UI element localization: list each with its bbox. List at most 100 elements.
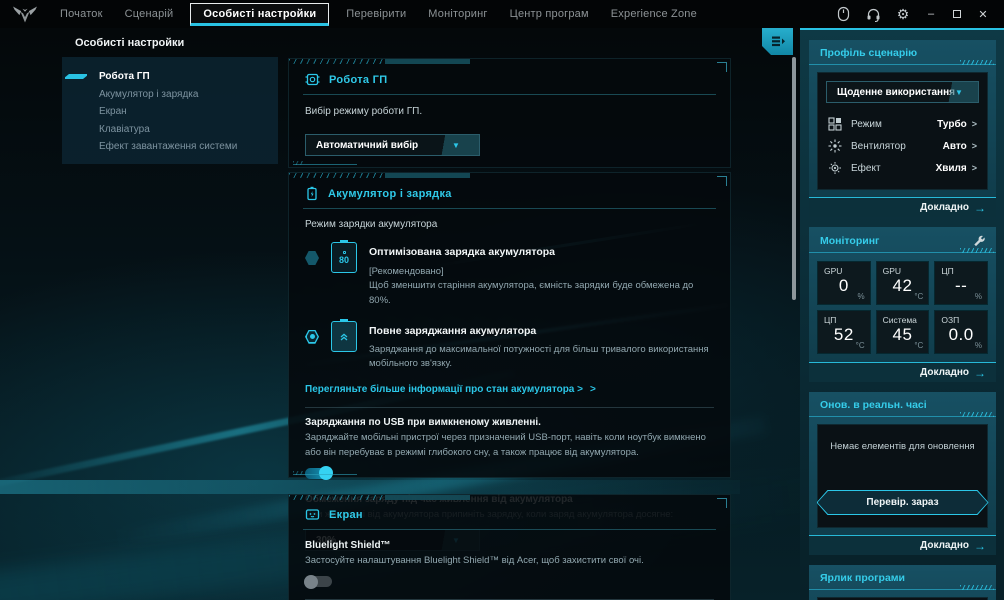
nav-scenario[interactable]: Сценарій (114, 2, 185, 26)
battery-info-link[interactable]: Перегляньте більше інформації про стан а… (289, 384, 730, 395)
charge-mode-label: Режим зарядки акумулятора (289, 219, 730, 230)
card-decoration (289, 59, 730, 64)
option-description: Заряджання до максимальної потужності дл… (369, 343, 714, 372)
usb-charge-description: Заряджайте мобільні пристрої через призн… (289, 431, 730, 460)
panel-collapse-button[interactable] (762, 28, 793, 55)
settings-nav-panel: Робота ГП Акумулятор і зарядка Екран Кла… (62, 57, 278, 164)
right-status-sidebar: Профіль сценарію Щоденне використання ▼ (800, 28, 1004, 600)
battery-badge: 80 (339, 255, 349, 265)
window-close-button[interactable]: ✕ (970, 0, 996, 28)
option-line2: Щоб зменшити старіння акумулятора, ємніс… (369, 280, 693, 305)
active-marker (65, 74, 87, 79)
realtime-updates-panel: Онов. в реальн. часі Немає елементів для… (809, 392, 996, 555)
monitoring-more-button[interactable]: Докладно → (809, 362, 996, 382)
nav-personal-settings[interactable]: Особисті настройки (190, 3, 329, 26)
profile-row-fan[interactable]: Вентилятор Авто > (818, 135, 987, 157)
header-hatch-decoration (960, 60, 994, 65)
mouse-device-icon[interactable] (828, 0, 858, 28)
updates-more-button[interactable]: Докладно → (809, 535, 996, 555)
screen-icon (305, 508, 320, 522)
divider (305, 407, 714, 408)
maximize-icon (953, 10, 961, 18)
section-rule (303, 208, 716, 209)
panel-title: Ярлик програми (820, 572, 905, 584)
sidebar-item-screen[interactable]: Екран (62, 103, 278, 121)
panel-title: Моніторинг (820, 235, 879, 247)
sidebar-item-boot-effect[interactable]: Ефект завантаження системи (62, 138, 278, 156)
tile-label: GPU (883, 266, 923, 276)
tile-cpu-load: ЦП -- % (934, 261, 988, 305)
option-title: Повне заряджання акумулятора (369, 325, 714, 337)
sidebar-item-keyboard[interactable]: Клавіатура (62, 121, 278, 139)
battery-section-card: Акумулятор і зарядка Режим зарядки акуму… (288, 172, 731, 478)
monitoring-panel: Моніторинг GPU 0 % GPU 42 °C (809, 227, 996, 382)
scenario-dropdown[interactable]: Щоденне використання ▼ (826, 81, 979, 103)
page-title: Особисті настройки (75, 37, 184, 49)
window-maximize-button[interactable] (944, 0, 970, 28)
chevron-down-icon: ▼ (940, 82, 978, 102)
row-value: Турбо (937, 119, 967, 130)
tile-ram-load: ОЗП 0.0 % (934, 310, 988, 354)
corner-bracket (717, 498, 727, 508)
profile-row-effect[interactable]: Ефект Хвиля > (818, 157, 987, 179)
screen-section-card: Екран Bluelight Shield™ Застосуйте налаш… (288, 494, 731, 600)
chevron-right-icon: > (590, 384, 596, 395)
chevron-right-icon: > (972, 119, 977, 129)
sidebar-item-label: Робота ГП (99, 71, 150, 82)
tile-label: ЦП (941, 266, 981, 276)
sidebar-item-label: Ефект завантаження системи (99, 141, 237, 152)
more-label: Докладно (920, 202, 969, 213)
profile-more-button[interactable]: Докладно → (809, 197, 996, 217)
wrench-icon[interactable] (972, 234, 985, 247)
main-settings-column: Робота ГП Вибір режиму роботи ГП. Автома… (288, 58, 731, 600)
tile-label: ЦП (824, 315, 864, 325)
row-label: Вентилятор (851, 141, 906, 152)
bluelight-toggle[interactable] (305, 576, 332, 587)
radio-unselected[interactable] (305, 251, 319, 265)
nav-app-center[interactable]: Центр програм (499, 2, 600, 26)
vertical-scrollbar[interactable] (792, 57, 796, 300)
card-decoration (289, 495, 730, 500)
monitoring-tiles: GPU 0 % GPU 42 °C ЦП -- % ЦП 52 °C (817, 261, 988, 354)
gpu-mode-dropdown[interactable]: Автоматичний вибір ▼ (305, 134, 480, 156)
lighting-effect-icon (828, 161, 842, 175)
nav-experience-zone[interactable]: Experience Zone (600, 2, 708, 26)
nav-monitoring[interactable]: Моніторинг (417, 2, 498, 26)
section-title: Акумулятор і зарядка (328, 188, 452, 200)
window-minimize-button[interactable]: – (918, 0, 944, 28)
bluelight-title: Bluelight Shield™ (289, 540, 730, 551)
section-title: Екран (329, 509, 363, 521)
panel-list-icon (770, 35, 786, 48)
tile-unit: % (858, 292, 865, 301)
gpu-chip-icon (305, 72, 320, 87)
link-text: Перегляньте більше інформації про стан а… (305, 384, 583, 395)
bluelight-description: Застосуйте налаштування Bluelight Shield… (289, 554, 730, 568)
usb-charge-title: Заряджання по USB при вимкненому живленн… (289, 417, 730, 428)
tile-cpu-temp: ЦП 52 °C (817, 310, 871, 354)
dropdown-value: Щоденне використання (827, 87, 955, 98)
sidebar-item-gpu[interactable]: Робота ГП (62, 68, 278, 86)
gear-settings-icon[interactable]: ⚙ (888, 0, 918, 28)
battery-charge-icon (305, 186, 319, 201)
section-title: Робота ГП (329, 74, 387, 86)
gpu-mode-description: Вибір режиму роботи ГП. (289, 106, 730, 117)
tile-system-temp: Система 45 °C (876, 310, 930, 354)
scenario-profile-panel: Профіль сценарію Щоденне використання ▼ (809, 40, 996, 217)
section-rule (303, 529, 716, 530)
headset-support-icon[interactable] (858, 0, 888, 28)
profile-row-mode[interactable]: Режим Турбо > (818, 113, 987, 135)
option-title: Оптимізована зарядка акумулятора (369, 246, 714, 258)
radio-selected[interactable] (305, 330, 319, 344)
button-label: Перевір. зараз (818, 491, 988, 514)
app-shortcuts-panel: Ярлик програми K Докладно (809, 565, 996, 600)
tile-unit: % (975, 341, 982, 350)
header-hatch-decoration (960, 585, 994, 590)
nav-check[interactable]: Перевірити (335, 2, 417, 26)
chevron-right-icon: > (972, 163, 977, 173)
nav-home[interactable]: Початок (49, 2, 114, 26)
sidebar-item-battery[interactable]: Акумулятор і зарядка (62, 86, 278, 104)
check-now-button[interactable]: Перевір. зараз (817, 490, 989, 515)
battery-full-icon (331, 321, 357, 352)
tile-gpu-load: GPU 0 % (817, 261, 871, 305)
tile-label: ОЗП (941, 315, 981, 325)
